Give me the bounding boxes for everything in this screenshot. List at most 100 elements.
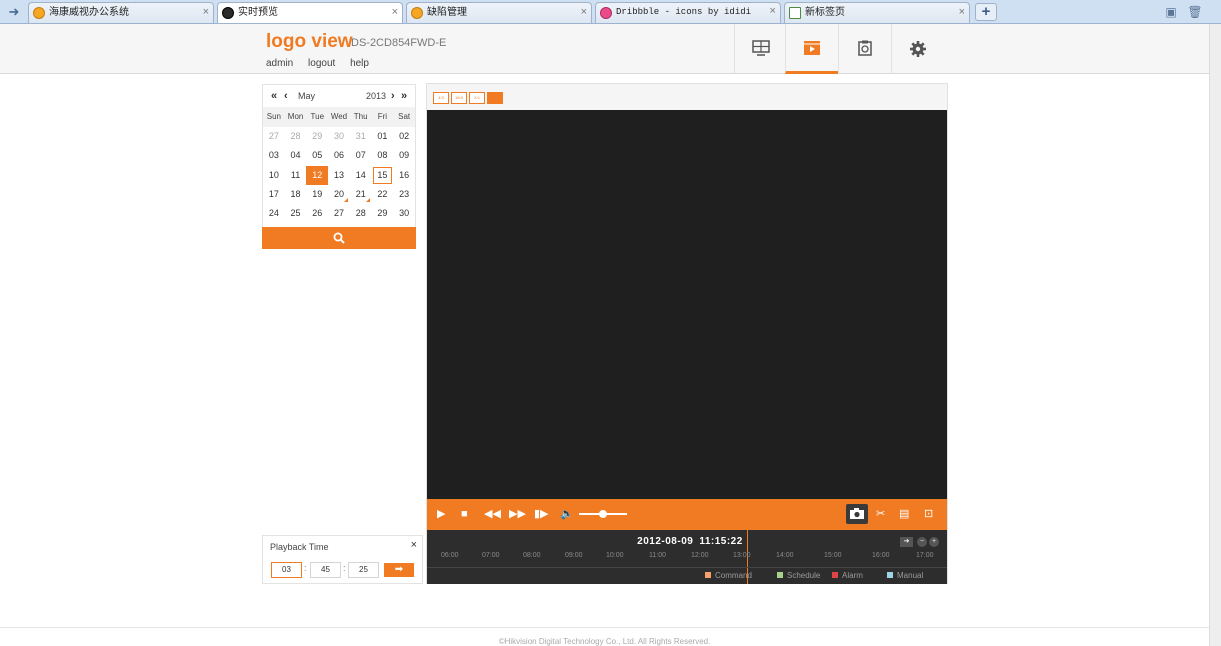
calendar-day[interactable]: 31 <box>350 127 372 146</box>
calendar-day[interactable]: 19 <box>306 185 328 204</box>
favicon-icon <box>789 7 801 19</box>
calendar-day[interactable]: 18 <box>285 185 307 204</box>
favicon-icon <box>33 7 45 19</box>
help-link[interactable]: help <box>350 58 369 69</box>
browser-tab[interactable]: 缺陷管理 × <box>406 2 592 23</box>
monitor-icon <box>752 40 770 56</box>
calendar-day[interactable]: 29 <box>372 204 394 223</box>
calendar-day[interactable]: 16 <box>393 166 415 185</box>
calendar-day[interactable]: 30 <box>393 204 415 223</box>
favicon-icon <box>222 7 234 19</box>
hour-input[interactable]: 03 <box>271 562 302 578</box>
calendar-day[interactable]: 13 <box>328 166 350 185</box>
capture-button[interactable] <box>846 504 868 524</box>
search-button[interactable] <box>262 227 416 249</box>
tab-close-icon[interactable]: × <box>959 3 965 22</box>
new-tab-button[interactable]: + <box>975 3 997 21</box>
clip-icon[interactable]: ✂ <box>876 508 885 521</box>
stop-icon[interactable]: ■ <box>461 508 468 521</box>
logout-link[interactable]: logout <box>308 58 335 69</box>
menu-log[interactable] <box>838 24 891 74</box>
calendar-day[interactable]: 09 <box>393 146 415 165</box>
prev-year-icon[interactable]: « <box>271 85 277 107</box>
minute-input[interactable]: 45 <box>310 562 341 578</box>
tab-close-icon[interactable]: × <box>203 3 209 22</box>
legend-schedule: Schedule <box>777 571 820 580</box>
calendar-day[interactable]: 28 <box>350 204 372 223</box>
calendar-day[interactable]: 27 <box>328 204 350 223</box>
calendar-day-selected[interactable]: 12 <box>306 165 329 185</box>
calendar-day[interactable]: 20 <box>328 185 350 204</box>
menu-playback[interactable] <box>785 24 838 74</box>
next-month-icon[interactable]: › <box>391 85 395 107</box>
header-links: admin logout help <box>266 58 381 69</box>
calendar-day[interactable]: 22 <box>372 185 394 204</box>
calendar-month: May <box>298 91 316 101</box>
video-area[interactable] <box>427 110 947 499</box>
trash-icon[interactable]: 🗑 <box>1187 4 1203 20</box>
ratio-16-9-button[interactable]: 16:9 <box>451 92 467 104</box>
fast-forward-icon[interactable]: ▶▶ <box>509 508 526 521</box>
calendar-day[interactable]: 11 <box>285 166 307 185</box>
download-list-icon[interactable]: ▤ <box>899 508 909 521</box>
zoom-in-icon[interactable]: + <box>929 537 939 547</box>
single-frame-icon[interactable]: ▮▶ <box>534 508 549 521</box>
ratio-fit-button[interactable] <box>487 92 503 104</box>
volume-slider-handle[interactable] <box>599 510 607 518</box>
zoom-out-icon[interactable]: − <box>917 537 927 547</box>
admin-link[interactable]: admin <box>266 58 293 69</box>
calendar-day[interactable]: 30 <box>328 127 350 146</box>
ratio-4-3-button[interactable]: 4:3 <box>433 92 449 104</box>
browser-tab-active[interactable]: 实时预览 × <box>217 2 403 23</box>
close-icon[interactable]: × <box>411 539 417 551</box>
calendar-day[interactable]: 01 <box>372 127 394 146</box>
calendar-day[interactable]: 26 <box>306 204 328 223</box>
calendar-day[interactable]: 17 <box>263 185 285 204</box>
go-button[interactable]: ➡ <box>384 563 414 577</box>
calendar-day[interactable]: 21 <box>350 185 372 204</box>
calendar-day[interactable]: 04 <box>285 146 307 165</box>
calendar-day[interactable]: 03 <box>263 146 285 165</box>
next-year-icon[interactable]: » <box>401 85 407 107</box>
calendar-day[interactable]: 14 <box>350 166 372 185</box>
legend-manual: Manual <box>887 571 923 580</box>
ratio-original-button[interactable]: X:1 <box>469 92 485 104</box>
menu-live-view[interactable] <box>734 24 787 74</box>
browser-menu-arrow-icon[interactable]: ➜ <box>4 3 24 21</box>
prev-month-icon[interactable]: ‹ <box>284 85 288 107</box>
calendar-day[interactable]: 25 <box>285 204 307 223</box>
calendar-day[interactable]: 08 <box>372 146 394 165</box>
weekday-label: Fri <box>371 107 394 127</box>
calendar-day[interactable]: 23 <box>393 185 415 204</box>
playback-time-title: Playback Time <box>270 542 329 552</box>
legend-label: Alarm <box>842 571 863 580</box>
calendar-day[interactable]: 05 <box>306 146 328 165</box>
volume-icon[interactable]: 🔈 <box>560 508 574 521</box>
browser-tab[interactable]: 海康威视办公系统 × <box>28 2 214 23</box>
calendar-day[interactable]: 02 <box>393 127 415 146</box>
calendar-day[interactable]: 10 <box>263 166 285 185</box>
calendar-day[interactable]: 27 <box>263 127 285 146</box>
gear-icon <box>910 41 926 57</box>
tab-manager-icon[interactable]: ▣ <box>1163 4 1179 20</box>
calendar-day[interactable]: 24 <box>263 204 285 223</box>
calendar-day[interactable]: 07 <box>350 146 372 165</box>
browser-tab[interactable]: 新标签页 × <box>784 2 970 23</box>
calendar-day[interactable]: 28 <box>285 127 307 146</box>
timeline[interactable]: 2012-08-09 11:15:22 06:00 07:00 08:00 09:00 1… <box>427 530 947 584</box>
calendar-day[interactable]: 29 <box>306 127 328 146</box>
page-scrollbar[interactable] <box>1209 24 1221 646</box>
browser-tab[interactable]: Dribbble - icons by ididi × <box>595 2 781 23</box>
slow-down-icon[interactable]: ◀◀ <box>484 508 501 521</box>
calendar-day-today[interactable]: 15 <box>372 166 394 185</box>
menu-configuration[interactable] <box>891 24 944 74</box>
tab-close-icon[interactable]: × <box>769 3 776 22</box>
download-icon[interactable]: ⊡ <box>924 508 933 521</box>
second-input[interactable]: 25 <box>348 562 379 578</box>
playback-time-panel: Playback Time × 03 : 45 : 25 ➡ <box>262 535 423 584</box>
tab-close-icon[interactable]: × <box>581 3 587 22</box>
tab-close-icon[interactable]: × <box>392 3 398 22</box>
play-icon[interactable]: ▶ <box>437 508 445 521</box>
calendar-day[interactable]: 06 <box>328 146 350 165</box>
timeline-locate-icon[interactable]: ➜ <box>900 537 913 547</box>
